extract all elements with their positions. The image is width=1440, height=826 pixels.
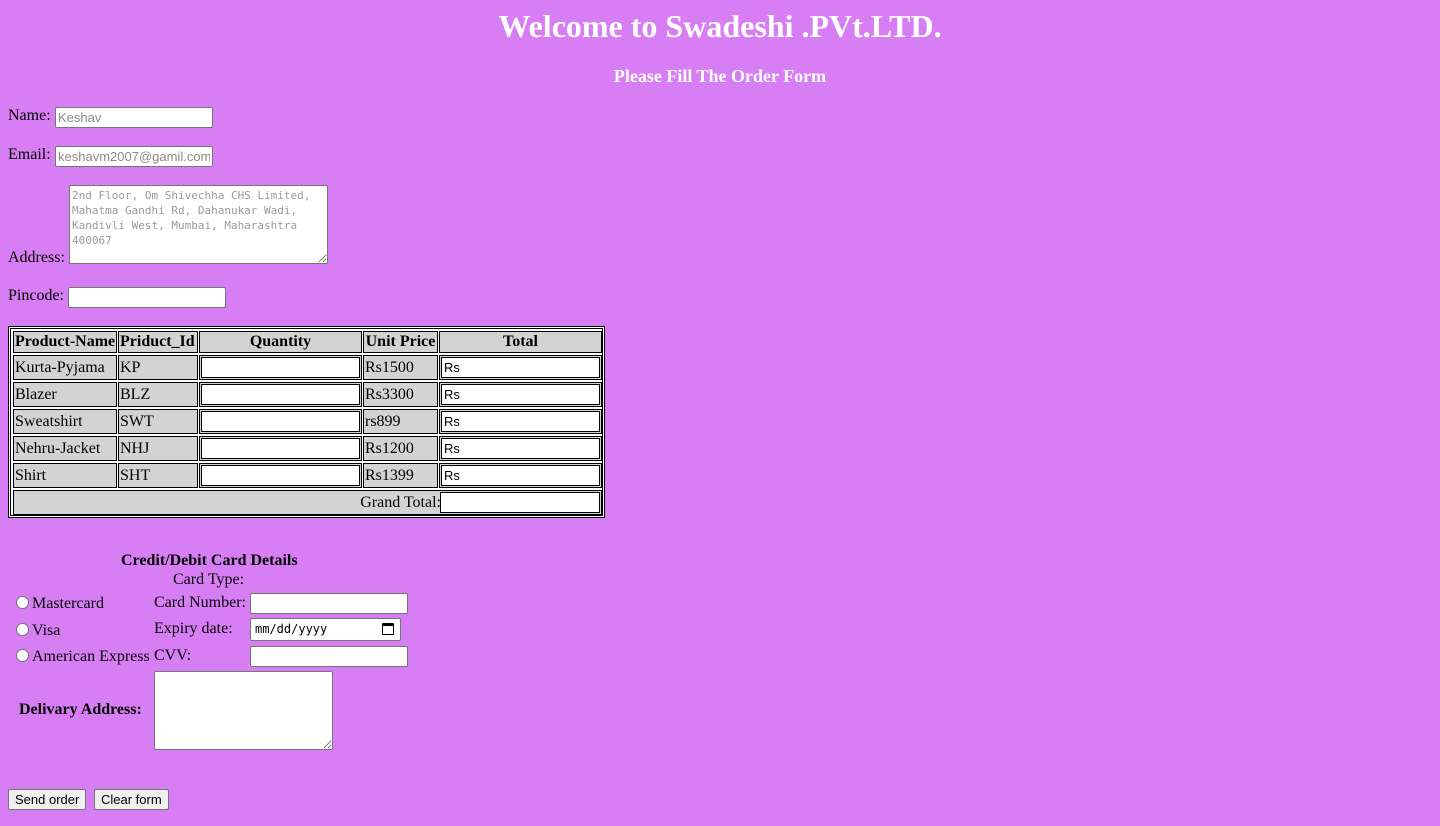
header-product-name: Product-Name [13,331,117,353]
quantity-cell [199,436,362,461]
card-section-title: Credit/Debit Card Details [121,552,298,569]
header-unit-price: Unit Price [363,331,438,353]
quantity-input[interactable] [201,357,360,378]
american-express-label: American Express [32,648,150,665]
delivery-address-textarea[interactable] [154,671,333,750]
order-table: Product-Name Priduct_Id Quantity Unit Pr… [8,326,605,518]
quantity-input[interactable] [201,384,360,405]
american-express-radio[interactable] [16,649,29,662]
grand-total-row: Grand Total: [13,490,602,515]
product-id-cell: NHJ [118,436,198,461]
cvv-label: CVV: [154,647,192,664]
unit-price-cell: Rs1500 [363,355,438,380]
quantity-cell [199,463,362,488]
visa-radio[interactable] [16,623,29,636]
total-input[interactable] [441,357,600,378]
product-name-cell: Shirt [13,463,117,488]
address-label: Address: [8,249,65,266]
total-cell [439,409,602,434]
pincode-input[interactable] [68,287,226,308]
email-label: Email: [8,146,51,163]
total-cell [439,355,602,380]
delivery-address-label: Delivary Address: [19,701,142,718]
product-id-cell: KP [118,355,198,380]
quantity-input[interactable] [201,465,360,486]
unit-price-cell: Rs3300 [363,382,438,407]
total-input[interactable] [441,384,600,405]
calendar-icon[interactable] [382,623,394,635]
expiry-date-placeholder: mm/dd/yyyy [255,622,328,636]
mastercard-label: Mastercard [32,595,104,612]
product-id-cell: SWT [118,409,198,434]
pincode-label: Pincode: [8,287,64,304]
quantity-input[interactable] [201,411,360,432]
card-type-label: Card Type: [173,571,245,588]
header-total: Total [439,331,602,353]
page-title: Welcome to Swadeshi .PVt.LTD. [498,8,942,44]
unit-price-cell: Rs1399 [363,463,438,488]
card-number-input[interactable] [250,593,408,614]
quantity-input[interactable] [201,438,360,459]
mastercard-radio[interactable] [16,596,29,609]
total-input[interactable] [441,411,600,432]
email-input[interactable] [55,146,213,167]
product-name-cell: Nehru-Jacket [13,436,117,461]
product-id-cell: BLZ [118,382,198,407]
cvv-input[interactable] [250,646,408,667]
expiry-label: Expiry date: [154,620,233,637]
name-label: Name: [8,107,51,124]
unit-price-cell: Rs1200 [363,436,438,461]
total-cell [439,382,602,407]
send-order-button[interactable]: Send order [8,789,87,810]
header-quantity: Quantity [199,331,362,353]
header-product-id: Priduct_Id [118,331,198,353]
address-textarea[interactable] [69,185,328,264]
clear-form-button[interactable]: Clear form [94,789,169,810]
product-name-cell: Blazer [13,382,117,407]
quantity-cell [199,409,362,434]
quantity-cell [199,355,362,380]
grand-total-label: Grand Total: [360,494,441,511]
total-cell [439,463,602,488]
unit-price-cell: rs899 [363,409,438,434]
expiry-date-input[interactable]: mm/dd/yyyy [250,618,401,641]
quantity-cell [199,382,362,407]
product-id-cell: SHT [118,463,198,488]
card-number-label: Card Number: [154,594,246,611]
grand-total-input[interactable] [440,492,600,513]
product-name-cell: Kurta-Pyjama [13,355,117,380]
total-cell [439,436,602,461]
name-input[interactable] [55,107,213,128]
total-input[interactable] [441,465,600,486]
product-name-cell: Sweatshirt [13,409,117,434]
form-subtitle: Please Fill The Order Form [613,66,827,86]
visa-label: Visa [32,622,61,639]
total-input[interactable] [441,438,600,459]
